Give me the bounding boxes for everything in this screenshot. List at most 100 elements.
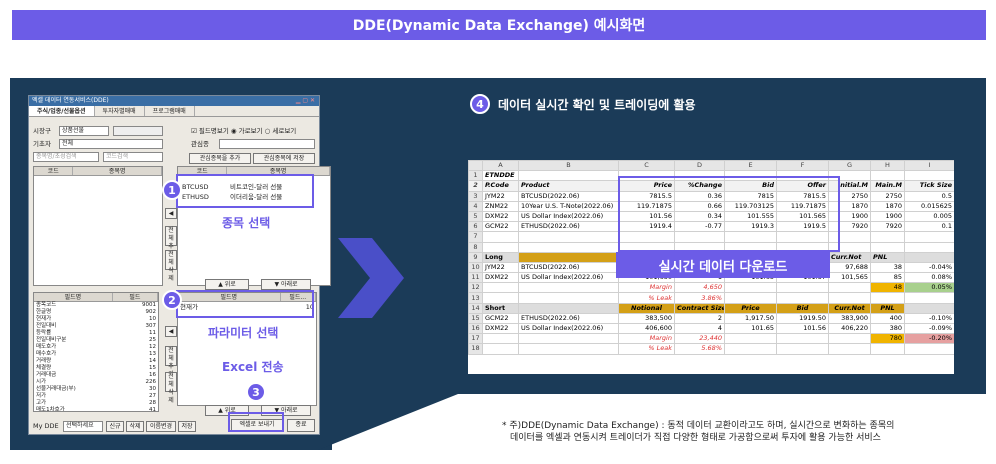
table-cell[interactable]: % Leak [618,292,675,304]
table-cell[interactable]: 7 [468,231,483,243]
table-cell[interactable]: 101.56 [776,322,829,335]
list-item[interactable]: 선물거래대금(부) 30 [34,386,158,393]
table-cell[interactable]: 23,440 [674,333,725,345]
table-cell[interactable]: Long [482,251,519,263]
table-cell[interactable] [482,343,519,355]
table-cell[interactable]: 406,600 [618,322,675,335]
list-item[interactable]: 거래대금 16 [34,372,158,379]
table-cell[interactable]: ZNM22 [482,200,519,212]
table-cell[interactable]: PNL [870,302,905,314]
list-item[interactable]: 저가 27 [34,393,158,400]
table-cell[interactable] [482,292,519,304]
table-cell[interactable]: DXM22 [482,322,519,335]
table-cell[interactable]: Price [724,302,777,314]
table-cell[interactable]: 0.08% [904,272,954,284]
table-cell[interactable]: 5 [468,210,483,223]
table-cell[interactable] [870,170,905,182]
table-cell[interactable]: 2750 [870,190,905,202]
table-cell[interactable]: A [482,160,519,172]
table-cell[interactable]: 13 [468,292,483,304]
table-cell[interactable]: 8 [468,241,483,253]
table-cell[interactable] [870,292,905,304]
table-cell[interactable]: DXM22 [482,210,519,223]
table-cell[interactable]: 48 [870,282,905,294]
table-cell[interactable]: P.Code [482,180,519,192]
table-cell[interactable] [518,343,619,355]
table-cell[interactable] [518,251,619,263]
list-item[interactable]: 현재가 10 [34,316,158,323]
table-cell[interactable] [870,241,905,253]
table-cell[interactable]: 0.05% [904,282,954,294]
table-cell[interactable] [776,343,829,355]
table-cell[interactable]: 4 [674,322,725,335]
table-cell[interactable] [518,333,619,345]
table-cell[interactable] [828,333,871,345]
table-cell[interactable]: ETNDDE [482,170,519,182]
table-cell[interactable] [724,282,777,294]
base-select[interactable]: 전체 [59,139,163,149]
table-cell[interactable]: -0.09% [904,322,954,335]
field-option[interactable]: ☑ 필드명보기 ◉ 가로보기 ○ 세로보기 [191,126,296,136]
table-cell[interactable]: 7920 [870,221,905,233]
table-cell[interactable]: -0.10% [904,312,954,325]
table-cell[interactable]: 11 [468,272,483,284]
table-cell[interactable]: Product [518,180,619,192]
down-button[interactable]: ▼ 아래로 [261,279,311,290]
table-cell[interactable]: Curr.Not [828,302,871,314]
interest-select[interactable] [219,139,315,149]
tab-stock[interactable]: 주식/업종/선물옵션 [29,106,95,116]
table-cell[interactable]: 400 [870,312,905,325]
table-cell[interactable]: 1900 [870,210,905,223]
table-cell[interactable] [482,231,519,243]
rename-button[interactable]: 이름변경 [146,421,176,432]
save-button[interactable]: 저장 [178,421,196,432]
field-add-all-button[interactable]: 전체추가 [165,346,177,378]
table-cell[interactable]: 3.86% [674,292,725,304]
table-cell[interactable]: Tick Size [904,180,954,192]
table-cell[interactable]: % Leak [618,343,675,355]
close-button[interactable]: 종료 [287,419,315,432]
field-move-left-button[interactable]: ◀ [165,326,177,337]
table-cell[interactable]: BTCUSD(2022.06) [518,190,619,202]
table-cell[interactable]: Curr.Not [828,251,871,263]
table-cell[interactable]: B [518,160,619,172]
table-cell[interactable]: D [674,160,725,172]
list-item[interactable]: 한글명 902 [34,309,158,316]
table-cell[interactable]: 18 [468,343,483,355]
table-cell[interactable]: JYM22 [482,261,519,274]
table-cell[interactable] [870,231,905,243]
table-cell[interactable]: C [618,160,675,172]
table-cell[interactable] [518,241,619,253]
table-cell[interactable]: 16 [468,322,483,335]
table-cell[interactable]: 1870 [870,200,905,212]
table-cell[interactable]: E [724,160,777,172]
table-cell[interactable] [904,241,954,253]
table-cell[interactable] [518,231,619,243]
table-cell[interactable]: ETHUSD(2022.06) [518,221,619,233]
table-cell[interactable] [518,170,619,182]
table-cell[interactable]: Notional [618,302,675,314]
name-search-input[interactable]: 종목명/초성검색 [33,152,99,162]
delete-button[interactable]: 삭제 [126,421,144,432]
table-cell[interactable]: 0.015625 [904,200,954,212]
table-cell[interactable]: 380 [870,322,905,335]
table-cell[interactable] [776,282,829,294]
table-cell[interactable]: GCM22 [482,312,519,325]
table-cell[interactable]: 101.65 [724,322,777,335]
table-cell[interactable] [904,251,954,263]
table-cell[interactable]: 6 [468,221,483,233]
table-cell[interactable] [870,343,905,355]
table-cell[interactable]: 9 [468,251,483,263]
table-cell[interactable]: DXM22 [482,272,519,284]
add-interest-button[interactable]: 관심종목을 추가 [189,153,251,164]
table-cell[interactable]: 10Year U.S. T-Note(2022.06) [518,200,619,212]
table-cell[interactable]: 5.68% [674,343,725,355]
table-cell[interactable] [776,333,829,345]
table-cell[interactable]: JYM22 [482,190,519,202]
table-cell[interactable]: I [904,160,954,172]
up-button[interactable]: ▲ 위로 [205,279,249,290]
list-item[interactable]: 전일대비구분 25 [34,337,158,344]
table-cell[interactable]: 12 [468,282,483,294]
save-interest-button[interactable]: 관심종목에 저장 [253,153,315,164]
list-item[interactable]: 매도1차호가 41 [34,407,158,411]
